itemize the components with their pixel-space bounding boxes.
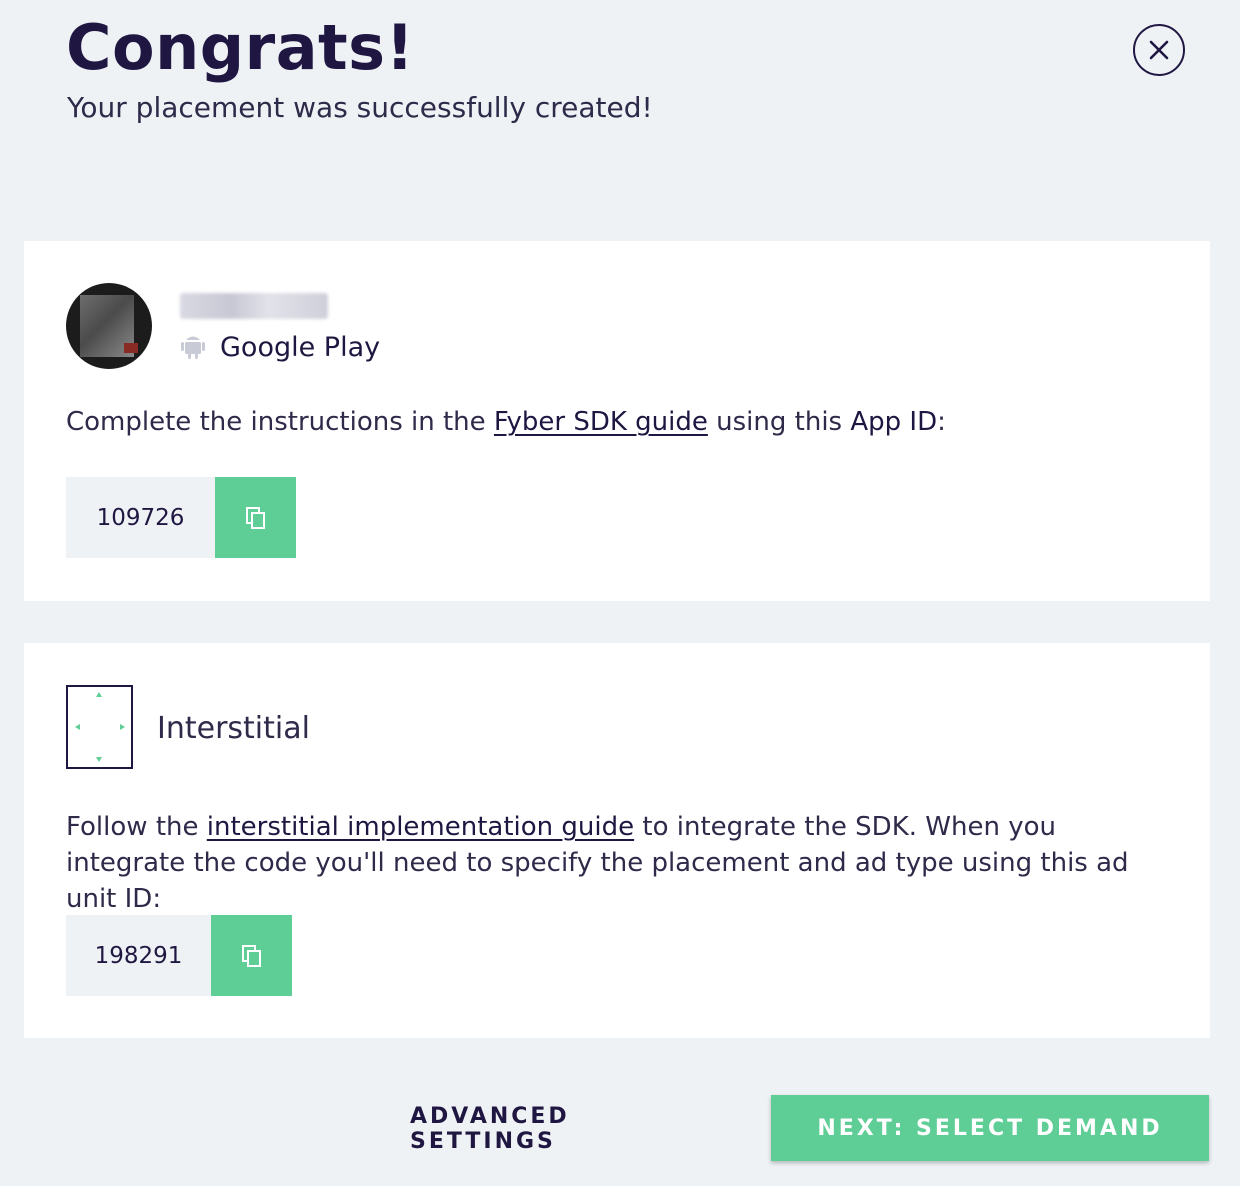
advanced-settings-button[interactable]: ADVANCED SETTINGS — [410, 1097, 722, 1161]
interstitial-guide-link[interactable]: interstitial implementation guide — [207, 812, 634, 842]
store-name: Google Play — [220, 331, 381, 363]
copy-ad-unit-id-button[interactable] — [211, 915, 292, 996]
format-name: Interstitial — [157, 711, 310, 746]
ad-unit-id-value[interactable]: 198291 — [66, 915, 211, 996]
placement-instruction: Follow the interstitial implementation g… — [66, 809, 1176, 917]
copy-app-id-button[interactable] — [215, 477, 296, 558]
app-store-row: Google Play — [180, 329, 380, 365]
copy-icon — [245, 506, 265, 529]
app-name-redacted — [180, 293, 328, 319]
page-title: Congrats! — [66, 11, 415, 84]
app-id-label: App ID — [850, 407, 938, 437]
interstitial-format-icon — [66, 685, 133, 769]
app-instruction: Complete the instructions in the Fyber S… — [66, 404, 1166, 440]
placement-card: Interstitial Follow the interstitial imp… — [24, 643, 1210, 1038]
app-id-value[interactable]: 109726 — [66, 477, 215, 558]
ad-unit-id-field: 198291 — [66, 915, 292, 996]
app-avatar — [66, 283, 152, 369]
close-icon — [1149, 40, 1169, 60]
app-instruction-suffix: : — [937, 407, 946, 437]
copy-icon — [241, 944, 261, 967]
app-instruction-prefix: Complete the instructions in the — [66, 407, 494, 437]
app-id-field: 109726 — [66, 477, 296, 558]
next-select-demand-button[interactable]: NEXT: SELECT DEMAND — [771, 1095, 1209, 1161]
app-instruction-middle: using this — [707, 407, 851, 437]
android-icon — [181, 336, 205, 359]
close-button[interactable] — [1133, 24, 1185, 76]
fyber-sdk-guide-link[interactable]: Fyber SDK guide — [494, 407, 708, 437]
page-subtitle: Your placement was successfully created! — [67, 91, 653, 124]
app-card: Google Play Complete the instructions in… — [24, 241, 1210, 601]
placement-instruction-prefix: Follow the — [66, 812, 207, 842]
